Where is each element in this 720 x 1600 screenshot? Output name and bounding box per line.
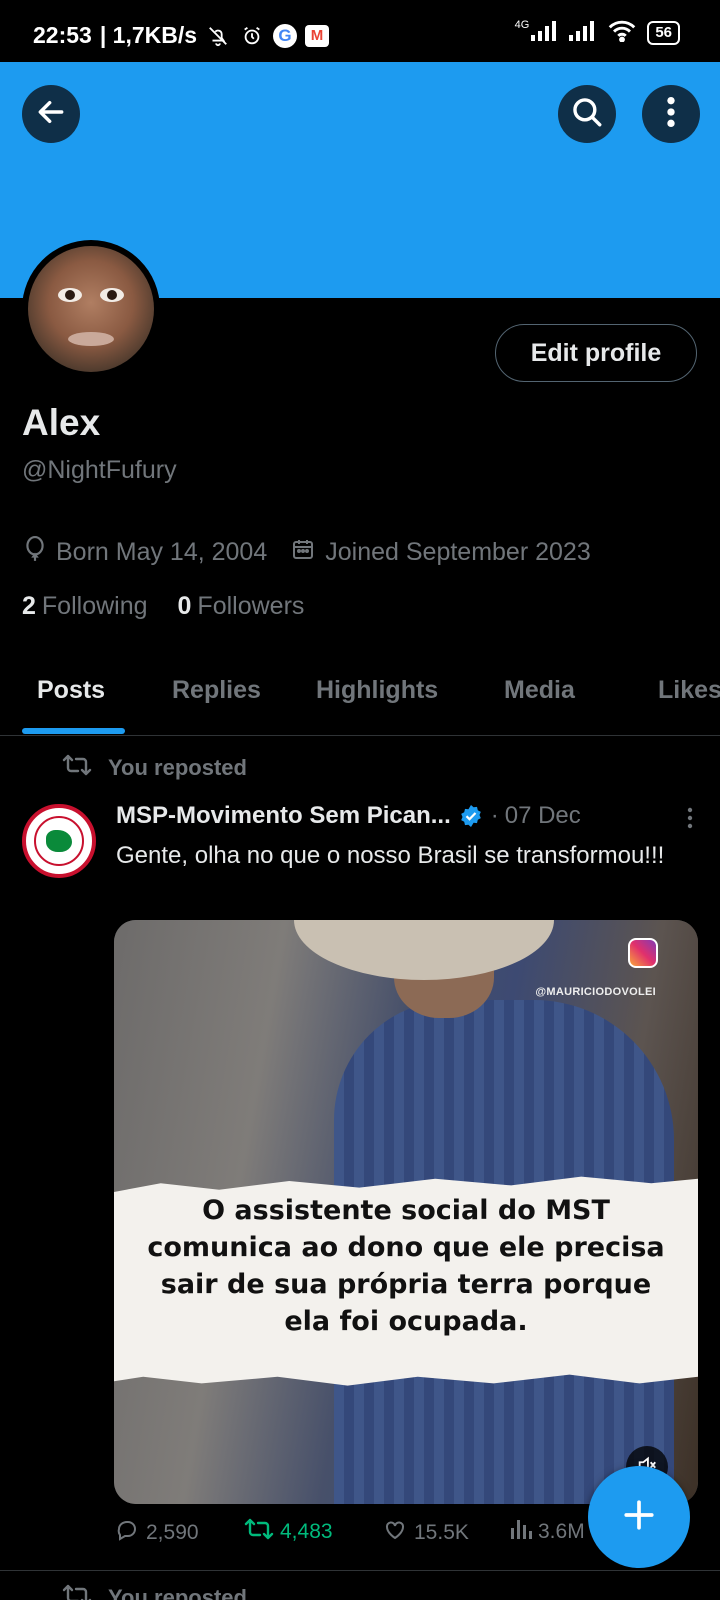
following-count: 2 bbox=[22, 592, 36, 620]
status-right: 4G 56 bbox=[514, 18, 680, 45]
signal-icon bbox=[531, 21, 559, 44]
back-button[interactable] bbox=[22, 85, 80, 143]
instagram-icon bbox=[628, 938, 658, 968]
plus-icon bbox=[622, 1498, 656, 1537]
reply-count: 2,590 bbox=[146, 1521, 199, 1544]
repost-action-icon bbox=[244, 1518, 274, 1546]
more-button[interactable] bbox=[642, 85, 700, 143]
more-vertical-icon bbox=[666, 95, 676, 134]
mst-logo bbox=[34, 816, 84, 866]
profile-avatar[interactable] bbox=[22, 240, 160, 378]
status-left: 22:53 | 1,7KB/s G M bbox=[33, 22, 330, 49]
profile-meta: Born May 14, 2004 Joined September 2023 bbox=[24, 536, 615, 569]
views-count: 3.6M bbox=[538, 1520, 585, 1543]
post-text: Gente, olha no que o nosso Brasil se tra… bbox=[116, 842, 665, 869]
post-separator: · bbox=[490, 802, 499, 829]
next-repost-label: You reposted bbox=[108, 1585, 247, 1600]
repost-button[interactable]: 4,483 bbox=[244, 1518, 333, 1546]
followers-count: 0 bbox=[177, 592, 192, 620]
search-button[interactable] bbox=[558, 85, 616, 143]
post-media-video[interactable]: @MAURICIODOVOLEI O assistente social do … bbox=[114, 920, 698, 1504]
search-icon bbox=[570, 95, 604, 134]
repost-indicator: You reposted bbox=[62, 754, 247, 782]
born-text: Born May 14, 2004 bbox=[56, 538, 268, 566]
wifi-icon bbox=[607, 20, 637, 45]
compose-post-button[interactable] bbox=[588, 1466, 690, 1568]
repost-label: You reposted bbox=[108, 755, 247, 780]
follow-stats: 2 Following 0 Followers bbox=[22, 592, 304, 621]
tab-highlights[interactable]: Highlights bbox=[316, 676, 438, 705]
profile-handle: @NightFufury bbox=[22, 456, 177, 484]
post-divider bbox=[0, 1570, 720, 1571]
alarm-icon bbox=[239, 23, 265, 49]
tab-replies[interactable]: Replies bbox=[172, 676, 261, 705]
joined-info: Joined September 2023 bbox=[291, 537, 591, 568]
repost-count: 4,483 bbox=[280, 1520, 333, 1543]
balloon-icon bbox=[24, 536, 46, 569]
followers-link[interactable]: 0 Followers bbox=[178, 592, 305, 621]
following-link[interactable]: 2 Following bbox=[22, 592, 148, 621]
avatar-photo bbox=[28, 246, 154, 372]
gmail-icon: M bbox=[305, 24, 330, 47]
status-time: 22:53 bbox=[33, 22, 92, 48]
joined-text: Joined September 2023 bbox=[325, 538, 591, 566]
status-bar: 22:53 | 1,7KB/s G M 4G 56 bbox=[0, 0, 720, 62]
reply-button[interactable]: 2,590 bbox=[114, 1518, 199, 1548]
active-tab-indicator bbox=[22, 728, 125, 734]
google-icon: G bbox=[273, 23, 298, 48]
status-speed: | 1,7KB/s bbox=[99, 22, 198, 48]
profile-name: Alex bbox=[22, 402, 101, 443]
calendar-icon bbox=[291, 537, 315, 568]
birthday-info: Born May 14, 2004 bbox=[24, 536, 267, 569]
next-repost-indicator: You reposted bbox=[62, 1584, 247, 1600]
verified-badge-icon bbox=[459, 804, 483, 828]
post-author-avatar[interactable] bbox=[22, 804, 96, 878]
network-type: 4G bbox=[514, 18, 530, 31]
like-button[interactable]: 15.5K bbox=[382, 1518, 469, 1548]
views-button[interactable]: 3.6M bbox=[510, 1518, 585, 1546]
following-label: Following bbox=[41, 592, 148, 620]
edit-profile-button[interactable]: Edit profile bbox=[495, 324, 697, 382]
battery-indicator: 56 bbox=[647, 20, 680, 45]
signal-icon-2 bbox=[569, 21, 597, 44]
tab-media[interactable]: Media bbox=[504, 676, 575, 705]
media-caption: O assistente social do MST comunica ao d… bbox=[147, 1195, 665, 1337]
views-icon bbox=[510, 1518, 532, 1546]
media-watermark: @MAURICIODOVOLEI bbox=[535, 986, 656, 998]
bell-off-icon bbox=[205, 23, 231, 49]
heart-icon bbox=[382, 1518, 408, 1548]
tab-posts[interactable]: Posts bbox=[37, 676, 105, 705]
followers-label: Followers bbox=[197, 592, 305, 620]
like-count: 15.5K bbox=[414, 1521, 469, 1544]
repost-icon bbox=[62, 754, 92, 782]
post-author-name[interactable]: MSP-Movimento Sem Pican... bbox=[116, 802, 451, 830]
repost-icon-2 bbox=[62, 1584, 92, 1600]
profile-tabs: Posts Replies Highlights Media Likes bbox=[0, 656, 720, 736]
arrow-left-icon bbox=[35, 96, 67, 133]
post-header: MSP-Movimento Sem Pican... · 07 Dec bbox=[116, 802, 696, 830]
post-date: 07 Dec bbox=[504, 802, 581, 829]
tab-likes[interactable]: Likes bbox=[658, 676, 720, 705]
reply-icon bbox=[114, 1518, 140, 1548]
post-more-icon[interactable] bbox=[686, 806, 694, 835]
